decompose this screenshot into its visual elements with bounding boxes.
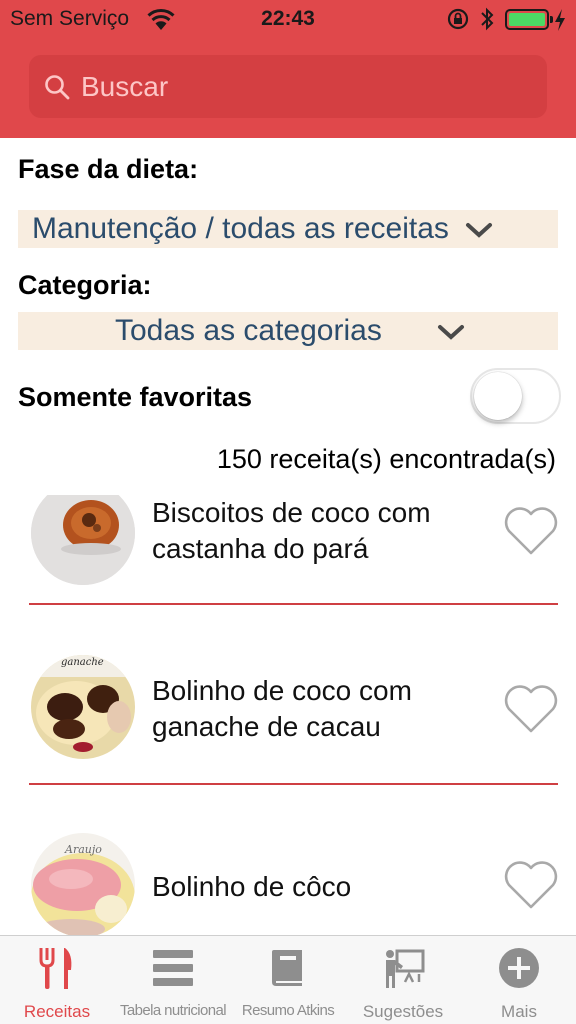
app-header: Sem Serviço 22:43	[0, 0, 576, 138]
diet-phase-picker[interactable]: Manutenção / todas as receitas	[18, 210, 558, 248]
search-bar[interactable]	[29, 55, 547, 118]
chevron-down-icon	[466, 223, 492, 238]
photo-caption: ganache	[61, 657, 104, 668]
tab-label: Sugestões	[362, 1002, 444, 1021]
toggle-knob	[474, 372, 522, 420]
category-label: Categoria:	[18, 270, 152, 300]
favorites-label: Somente favoritas	[18, 382, 253, 412]
list-item[interactable]: Araujo Bolinho de côco	[0, 833, 576, 935]
recipe-title: Biscoitos de coco com castanha do pará	[152, 497, 431, 564]
tab-label: Resumo Atkins	[241, 1002, 335, 1019]
tab-sugestoes[interactable]: Sugestões	[344, 936, 462, 1024]
fork-knife-icon	[39, 948, 72, 989]
result-count: 150 receita(s) encontrada(s)	[216, 444, 556, 474]
tab-label: Tabela nutricional	[120, 1002, 227, 1019]
rotation-lock-icon	[447, 8, 469, 30]
chevron-down-icon	[438, 325, 464, 340]
tab-label: Receitas	[23, 1002, 91, 1021]
favorite-heart-icon[interactable]	[502, 859, 560, 911]
coconut-cookie-photo	[31, 495, 135, 585]
recipe-list[interactable]: Biscoitos de coco com castanha do pará g…	[0, 495, 576, 935]
tab-resumo-atkins[interactable]: Resumo Atkins	[232, 936, 344, 1024]
favorites-toggle[interactable]	[470, 368, 561, 424]
list-item[interactable]: Biscoitos de coco com castanha do pará	[0, 495, 576, 673]
search-icon	[45, 75, 70, 100]
list-icon	[153, 950, 193, 986]
row-separator	[29, 783, 558, 785]
recipe-title: Bolinho de côco	[152, 871, 352, 902]
tab-label: Mais	[501, 1002, 537, 1021]
plus-circle-icon	[499, 948, 539, 988]
tab-receitas[interactable]: Receitas	[0, 936, 114, 1024]
diet-phase-value: Manutenção / todas as receitas	[32, 212, 449, 245]
recipe-title: Bolinho de coco com ganache de cacau	[152, 675, 412, 742]
charging-bolt-icon	[555, 9, 565, 31]
row-separator	[29, 603, 558, 605]
favorite-heart-icon[interactable]	[502, 505, 560, 557]
diet-phase-label: Fase da dieta:	[18, 154, 199, 184]
tab-tabela-nutricional[interactable]: Tabela nutricional	[114, 936, 232, 1024]
presentation-icon	[386, 949, 425, 988]
tab-mais[interactable]: Mais	[462, 936, 576, 1024]
bluetooth-icon	[481, 7, 494, 31]
search-input[interactable]	[81, 55, 521, 118]
book-icon	[272, 950, 302, 986]
category-picker[interactable]: Todas as categorias	[18, 312, 558, 350]
coconut-cake-photo: Araujo	[31, 833, 135, 935]
category-value: Todas as categorias	[115, 314, 382, 347]
battery-icon	[505, 9, 553, 30]
cake-ganache-photo: ganache	[31, 655, 135, 759]
favorite-heart-icon[interactable]	[502, 683, 560, 735]
tab-bar: Receitas Tabela nutricional Resumo Atkin…	[0, 935, 576, 1024]
status-bar: Sem Serviço 22:43	[0, 0, 576, 40]
photo-caption: Araujo	[65, 843, 102, 856]
list-item[interactable]: ganache Bolinho de coco com ganache de c…	[0, 655, 576, 833]
